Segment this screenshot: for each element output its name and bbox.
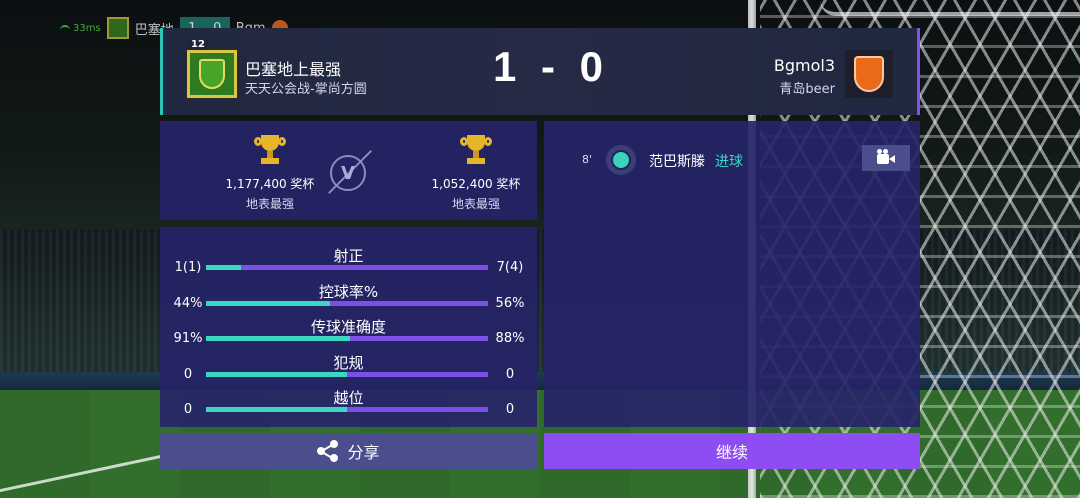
away-trophies: 1,052,400 奖杯 地表最强	[416, 135, 536, 212]
stat-bar-fill	[206, 265, 242, 270]
stat-bar-fill	[206, 407, 347, 412]
ping-indicator: 33ms	[60, 23, 101, 34]
away-trophy-count: 1,052,400 奖杯	[431, 177, 521, 191]
stat-home-value: 0	[183, 367, 193, 382]
vs-icon: V	[330, 155, 366, 191]
wifi-icon	[60, 24, 70, 32]
trophy-icon	[253, 135, 287, 165]
home-score: 1	[493, 43, 517, 90]
stat-away-value: 7(4)	[496, 260, 524, 275]
trophy-comparison: 1,177,400 奖杯 地表最强 V 1,052,400 奖杯 地表最强	[160, 121, 537, 220]
football-icon	[606, 145, 636, 175]
away-rank: 地表最强	[451, 197, 500, 211]
stat-away-value: 0	[505, 367, 515, 382]
stat-label: 射正	[333, 247, 364, 265]
event-minute: 8'	[582, 153, 593, 166]
stat-bar-fill	[206, 372, 347, 377]
replay-button[interactable]	[862, 145, 910, 171]
lion-crest-icon	[854, 56, 884, 92]
continue-label: 继续	[715, 443, 748, 462]
stat-label: 犯规	[333, 354, 364, 372]
crest-shield-icon	[199, 59, 225, 89]
stat-row: 越位 0 0	[160, 387, 537, 422]
home-trophy-count: 1,177,400 奖杯	[225, 177, 315, 191]
event-player: 范巴斯滕	[649, 154, 705, 170]
home-club-crest: 12	[187, 39, 237, 98]
stat-bar	[206, 372, 488, 377]
stat-away-value: 56%	[495, 296, 525, 311]
home-trophies: 1,177,400 奖杯 地表最强	[210, 135, 330, 212]
stat-label: 控球率%	[318, 283, 379, 301]
away-score: 0	[579, 43, 603, 90]
home-team-name: 巴塞地上最强	[245, 60, 342, 79]
club-level: 12	[188, 39, 208, 50]
stat-home-value: 44%	[173, 296, 203, 311]
share-button[interactable]: 分享	[160, 433, 537, 469]
video-camera-icon	[877, 149, 895, 164]
share-icon	[317, 440, 339, 462]
continue-button[interactable]: 继续	[544, 433, 920, 469]
stat-row: 射正 1(1) 7(4)	[160, 245, 537, 280]
match-stats: 射正 1(1) 7(4) 控球率% 44% 56% 传球准确度 91% 88% …	[160, 227, 537, 427]
final-score: 1 - 0	[493, 42, 603, 92]
stat-bar	[206, 336, 488, 341]
stat-row: 传球准确度 91% 88%	[160, 316, 537, 351]
match-events: 8' 范巴斯滕 进球	[544, 121, 920, 427]
stat-home-value: 0	[183, 402, 193, 417]
stat-bar	[206, 265, 488, 270]
stat-label: 传球准确度	[310, 318, 386, 336]
match-header: 12 巴塞地上最强 天天公会战-掌尚方圆 1 - 0 Bgmol3 青岛beer	[160, 28, 920, 115]
event-type: 进球	[715, 154, 743, 170]
stat-bar	[206, 301, 488, 306]
stat-label: 越位	[333, 389, 364, 407]
away-club-crest	[845, 50, 893, 98]
share-label: 分享	[347, 443, 380, 462]
away-guild-name: 青岛beer	[779, 82, 835, 97]
stat-bar-fill	[206, 336, 350, 341]
home-guild-name: 天天公会战-掌尚方圆	[245, 82, 367, 97]
stat-row: 犯规 0 0	[160, 352, 537, 387]
stat-home-value: 91%	[173, 331, 203, 346]
home-rank: 地表最强	[245, 197, 294, 211]
away-team-name: Bgmol3	[773, 56, 835, 75]
stat-row: 控球率% 44% 56%	[160, 281, 537, 316]
stat-bar	[206, 407, 488, 412]
score-separator: -	[541, 43, 555, 90]
stat-away-value: 0	[505, 402, 515, 417]
trophy-icon	[459, 135, 493, 165]
stat-home-value: 1(1)	[174, 260, 202, 275]
goal-bar	[820, 0, 1080, 16]
stat-away-value: 88%	[495, 331, 525, 346]
stat-bar-fill	[206, 301, 331, 306]
home-crest-icon	[106, 17, 129, 39]
